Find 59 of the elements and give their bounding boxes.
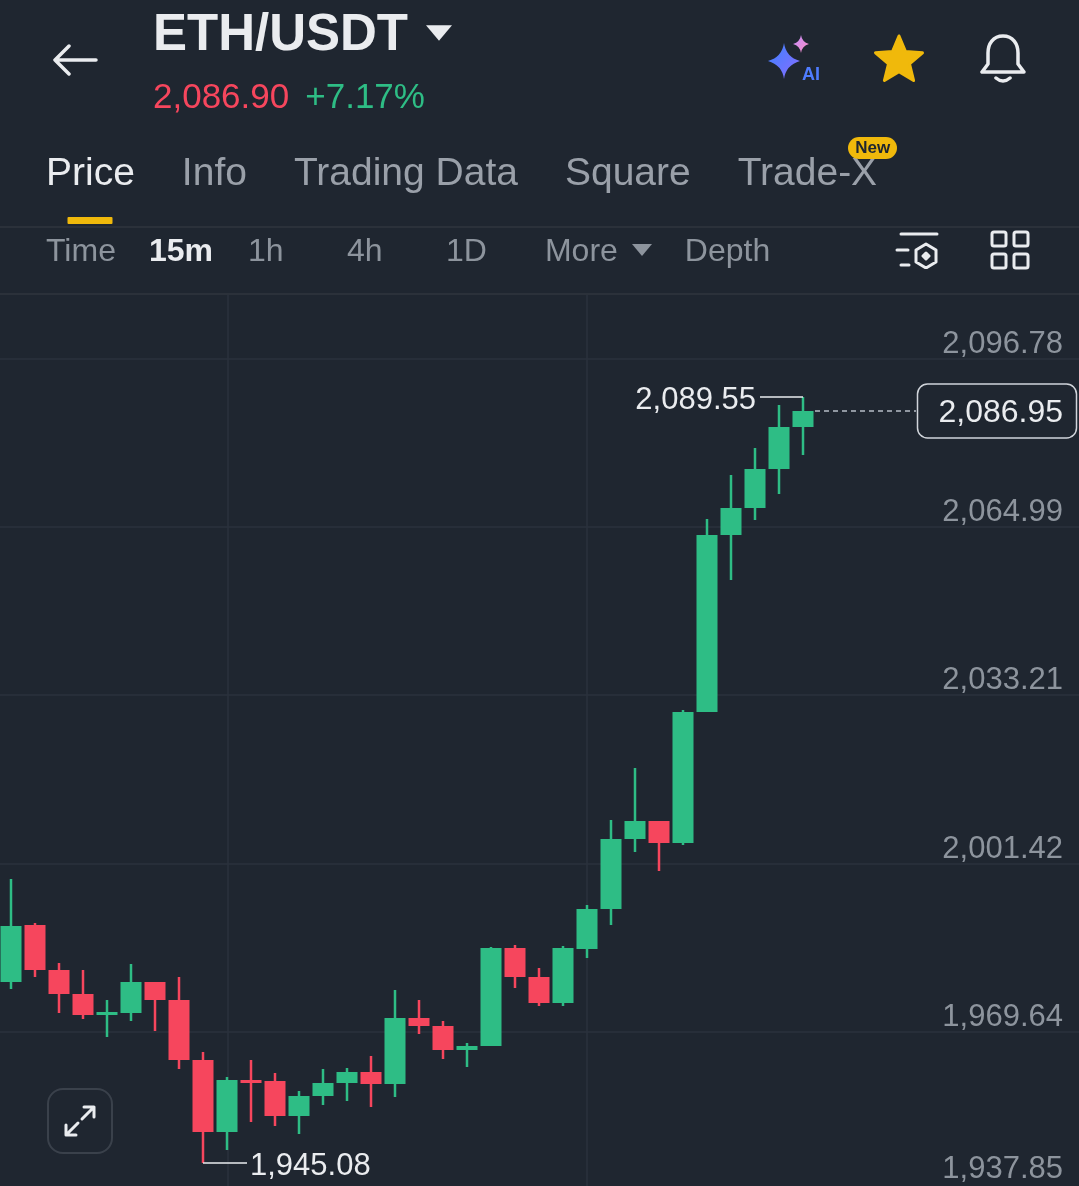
- tab[interactable]: Square: [564, 135, 691, 226]
- candlestick: [360, 1056, 382, 1107]
- tab[interactable]: Trade-X New: [737, 135, 898, 226]
- leader-line: [202, 1162, 248, 1164]
- candlestick: [144, 982, 166, 1031]
- candlestick: [408, 1000, 430, 1034]
- diagonal-arrows-icon: [62, 1103, 98, 1139]
- candlestick: [528, 968, 550, 1006]
- high-price-label: 2,089.55: [635, 381, 756, 416]
- pair-selector[interactable]: ETH/USDT: [153, 5, 452, 61]
- candlestick: [264, 1073, 286, 1126]
- ai-button[interactable]: AI: [766, 35, 820, 83]
- price-axis-label: 2,064.99: [942, 493, 1063, 528]
- candlestick: [792, 397, 814, 455]
- fullscreen-button[interactable]: [47, 1088, 113, 1154]
- candlestick: [552, 946, 574, 1006]
- tab[interactable]: Price: [46, 135, 135, 226]
- interval-option[interactable]: Time: [46, 232, 116, 268]
- interval-option[interactable]: 1h: [247, 232, 314, 268]
- caret-icon: [631, 244, 652, 256]
- star-icon[interactable]: [873, 34, 925, 84]
- candlestick: [288, 1091, 310, 1134]
- candlestick: [432, 1021, 454, 1059]
- candlestick: [576, 905, 598, 958]
- interval-dropdown[interactable]: More: [544, 232, 652, 268]
- interval-option[interactable]: Depth: [684, 232, 771, 268]
- bell-icon[interactable]: [978, 33, 1028, 85]
- interval-option[interactable]: 15m: [148, 232, 215, 268]
- list-hexagon-icon[interactable]: [895, 231, 939, 269]
- low-price-label: 1,945.08: [250, 1147, 371, 1182]
- candlestick: [72, 970, 94, 1019]
- current-price-tag: 2,086.95: [916, 383, 1078, 439]
- back-arrow-icon[interactable]: [52, 44, 98, 76]
- leader-line: [759, 396, 804, 398]
- tab[interactable]: Info: [181, 135, 247, 226]
- caret-icon: [426, 25, 452, 41]
- price-axis-label: 1,969.64: [942, 998, 1063, 1033]
- candlestick: [24, 923, 46, 977]
- price-axis-label: 2,096.78: [942, 325, 1063, 360]
- candlestick: [456, 1043, 478, 1067]
- candlestick: [48, 963, 70, 1013]
- candlestick: [504, 945, 526, 988]
- price-axis-label: 2,001.42: [942, 830, 1063, 865]
- price-axis-label: 2,033.21: [942, 661, 1063, 696]
- candlestick: [648, 821, 670, 871]
- candlestick: [240, 1060, 262, 1122]
- interval-option[interactable]: 1D: [445, 232, 512, 268]
- last-price: 2,086.90: [153, 76, 290, 116]
- price-axis-label: 1,937.85: [942, 1150, 1063, 1185]
- grid-icon[interactable]: [990, 230, 1030, 270]
- interval-option[interactable]: 4h: [346, 232, 413, 268]
- candlestick: [312, 1069, 334, 1105]
- candlestick: [120, 964, 142, 1021]
- tab[interactable]: Trading Data: [293, 135, 518, 226]
- candlestick: [96, 1000, 118, 1037]
- price-change: +7.17%: [305, 76, 425, 116]
- candlestick: [744, 448, 766, 520]
- candlestick: [336, 1068, 358, 1101]
- new-badge: New: [848, 137, 898, 159]
